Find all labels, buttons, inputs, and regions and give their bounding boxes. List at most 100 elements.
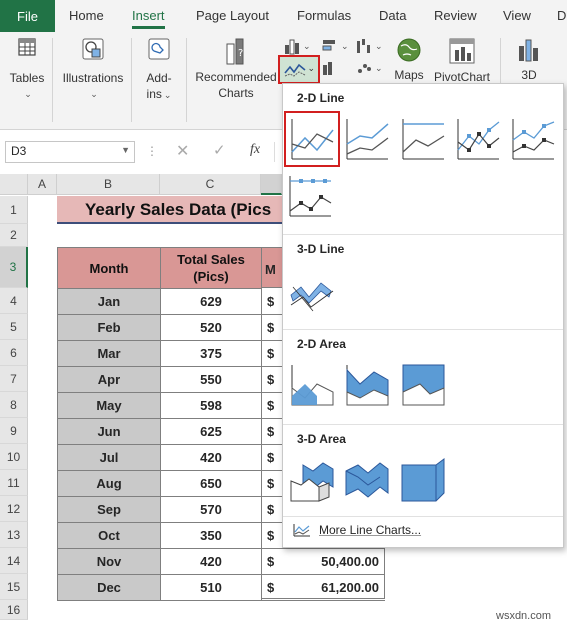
month-cell[interactable]: Jun (57, 418, 161, 445)
row-border (261, 574, 385, 575)
row-header-7[interactable]: 7 (0, 366, 28, 392)
line-chart-button[interactable]: ⌄ (278, 55, 320, 84)
sales-cell[interactable]: 550 (160, 366, 262, 393)
row-header-10[interactable]: 10 (0, 444, 28, 470)
sales-cell[interactable]: 598 (160, 392, 262, 419)
sales-cell[interactable]: 420 (160, 548, 262, 575)
header-total-sales[interactable]: Total Sales (Pics) (160, 247, 262, 289)
enter-icon[interactable]: ✓ (213, 141, 226, 159)
scatter-chart-button[interactable]: ⌄ (355, 59, 383, 77)
tab-file[interactable]: File (0, 0, 55, 32)
tab-view[interactable]: View (503, 0, 531, 32)
sales-cell[interactable]: 520 (160, 314, 262, 341)
column-header-b[interactable]: B (57, 174, 160, 195)
line-chart-icon (284, 63, 306, 77)
tab-formulas[interactable]: Formulas (297, 0, 351, 32)
3d-map-button[interactable]: 3D (512, 36, 546, 83)
pivotchart-button[interactable]: PivotChart (430, 36, 494, 85)
tab-insert[interactable]: Insert (132, 0, 165, 32)
sales-cell[interactable]: 420 (160, 444, 262, 471)
row-header-15[interactable]: 15 (0, 574, 28, 600)
3d-100-stacked-area-thumb[interactable] (400, 457, 446, 503)
month-cell[interactable]: Sep (57, 496, 161, 523)
month-cell[interactable]: Dec (57, 574, 161, 601)
row-header-2[interactable]: 2 (0, 224, 28, 247)
column-header-d[interactable] (261, 174, 282, 195)
row-header-3[interactable]: 3 (0, 247, 28, 288)
month-cell[interactable]: Jul (57, 444, 161, 471)
line-chart-thumb[interactable] (284, 111, 340, 167)
tab-data[interactable]: Data (379, 0, 406, 32)
3d-area-thumb[interactable] (289, 457, 335, 503)
recommended-charts-button[interactable]: ? Recommended Charts (195, 36, 277, 101)
100-stacked-line-thumb[interactable] (400, 116, 446, 162)
more-line-charts-link[interactable]: More Line Charts... (293, 523, 421, 537)
sales-cell[interactable]: 629 (160, 288, 262, 315)
row-header-12[interactable]: 12 (0, 496, 28, 522)
area-chart-thumb[interactable] (289, 362, 335, 408)
row-header-6[interactable]: 6 (0, 340, 28, 366)
sales-cell[interactable]: 625 (160, 418, 262, 445)
amount-cell[interactable]: 61,200.00 (281, 580, 379, 595)
chevron-down-icon[interactable]: ▼ (121, 145, 130, 155)
tables-button[interactable]: Tables ⌄ (6, 36, 48, 102)
line-with-markers-thumb[interactable] (455, 116, 501, 162)
tab-page-layout[interactable]: Page Layout (196, 0, 269, 32)
cancel-icon[interactable]: ✕ (176, 141, 189, 161)
row-header-1[interactable]: 1 (0, 196, 28, 224)
pie-chart-button[interactable] (321, 59, 339, 77)
tab-home[interactable]: Home (69, 0, 104, 32)
month-cell[interactable]: Aug (57, 470, 161, 497)
currency-symbol: $ (267, 346, 275, 361)
sheet-title[interactable]: Yearly Sales Data (Pics (57, 196, 287, 224)
sales-cell[interactable]: 510 (160, 574, 262, 601)
sales-cell[interactable]: 650 (160, 470, 262, 497)
stacked-line-markers-thumb[interactable] (510, 116, 556, 162)
month-cell[interactable]: Apr (57, 366, 161, 393)
month-cell[interactable]: Nov (57, 548, 161, 575)
name-box[interactable]: D3 ▼ (5, 141, 135, 163)
column-header-a[interactable]: A (28, 174, 57, 195)
tab-developer[interactable]: D (557, 0, 566, 32)
select-all-corner[interactable] (0, 174, 28, 195)
sales-cell[interactable]: 375 (160, 340, 262, 367)
month-cell[interactable]: May (57, 392, 161, 419)
month-cell[interactable]: Oct (57, 522, 161, 549)
row-header-14[interactable]: 14 (0, 548, 28, 574)
3d-stacked-area-thumb[interactable] (344, 457, 390, 503)
stacked-line-thumb[interactable] (344, 116, 390, 162)
sales-cell[interactable]: 570 (160, 496, 262, 523)
insert-function-button[interactable]: fx (250, 142, 260, 158)
dropdown-separator (283, 516, 563, 517)
section-3d-area: 3-D Area (297, 432, 346, 446)
row-header-16[interactable]: 16 (0, 600, 28, 620)
more-options-icon[interactable]: ⋮ (146, 144, 158, 158)
illustrations-button[interactable]: Illustrations ⌄ (60, 36, 126, 102)
3d-line-thumb[interactable] (289, 267, 335, 313)
column-chart-button[interactable]: ⌄ (283, 37, 311, 55)
month-cell[interactable]: Jan (57, 288, 161, 315)
row-header-13[interactable]: 13 (0, 522, 28, 548)
stacked-area-thumb[interactable] (344, 362, 390, 408)
100-stacked-area-thumb[interactable] (400, 362, 446, 408)
row-header-11[interactable]: 11 (0, 470, 28, 496)
section-2d-line: 2-D Line (297, 91, 345, 105)
100-stacked-line-markers-thumb[interactable] (287, 173, 333, 219)
addins-button[interactable]: Add- ins ⌄ (140, 36, 178, 103)
header-total-sales-line2: (Pics) (193, 269, 229, 284)
month-cell[interactable]: Mar (57, 340, 161, 367)
tab-review[interactable]: Review (434, 0, 477, 32)
row-header-5[interactable]: 5 (0, 314, 28, 340)
sales-cell[interactable]: 350 (160, 522, 262, 549)
header-month[interactable]: Month (57, 247, 161, 289)
column-header-c[interactable]: C (160, 174, 261, 195)
amount-cell[interactable]: 50,400.00 (281, 554, 379, 569)
maps-button[interactable]: Maps (392, 36, 426, 83)
row-header-8[interactable]: 8 (0, 392, 28, 418)
row-header-9[interactable]: 9 (0, 418, 28, 444)
waterfall-chart-button[interactable]: ⌄ (355, 37, 383, 55)
bar-chart-button[interactable]: ⌄ (321, 37, 349, 55)
row-header-4[interactable]: 4 (0, 288, 28, 314)
month-cell[interactable]: Feb (57, 314, 161, 341)
ribbon-separator (131, 38, 132, 122)
